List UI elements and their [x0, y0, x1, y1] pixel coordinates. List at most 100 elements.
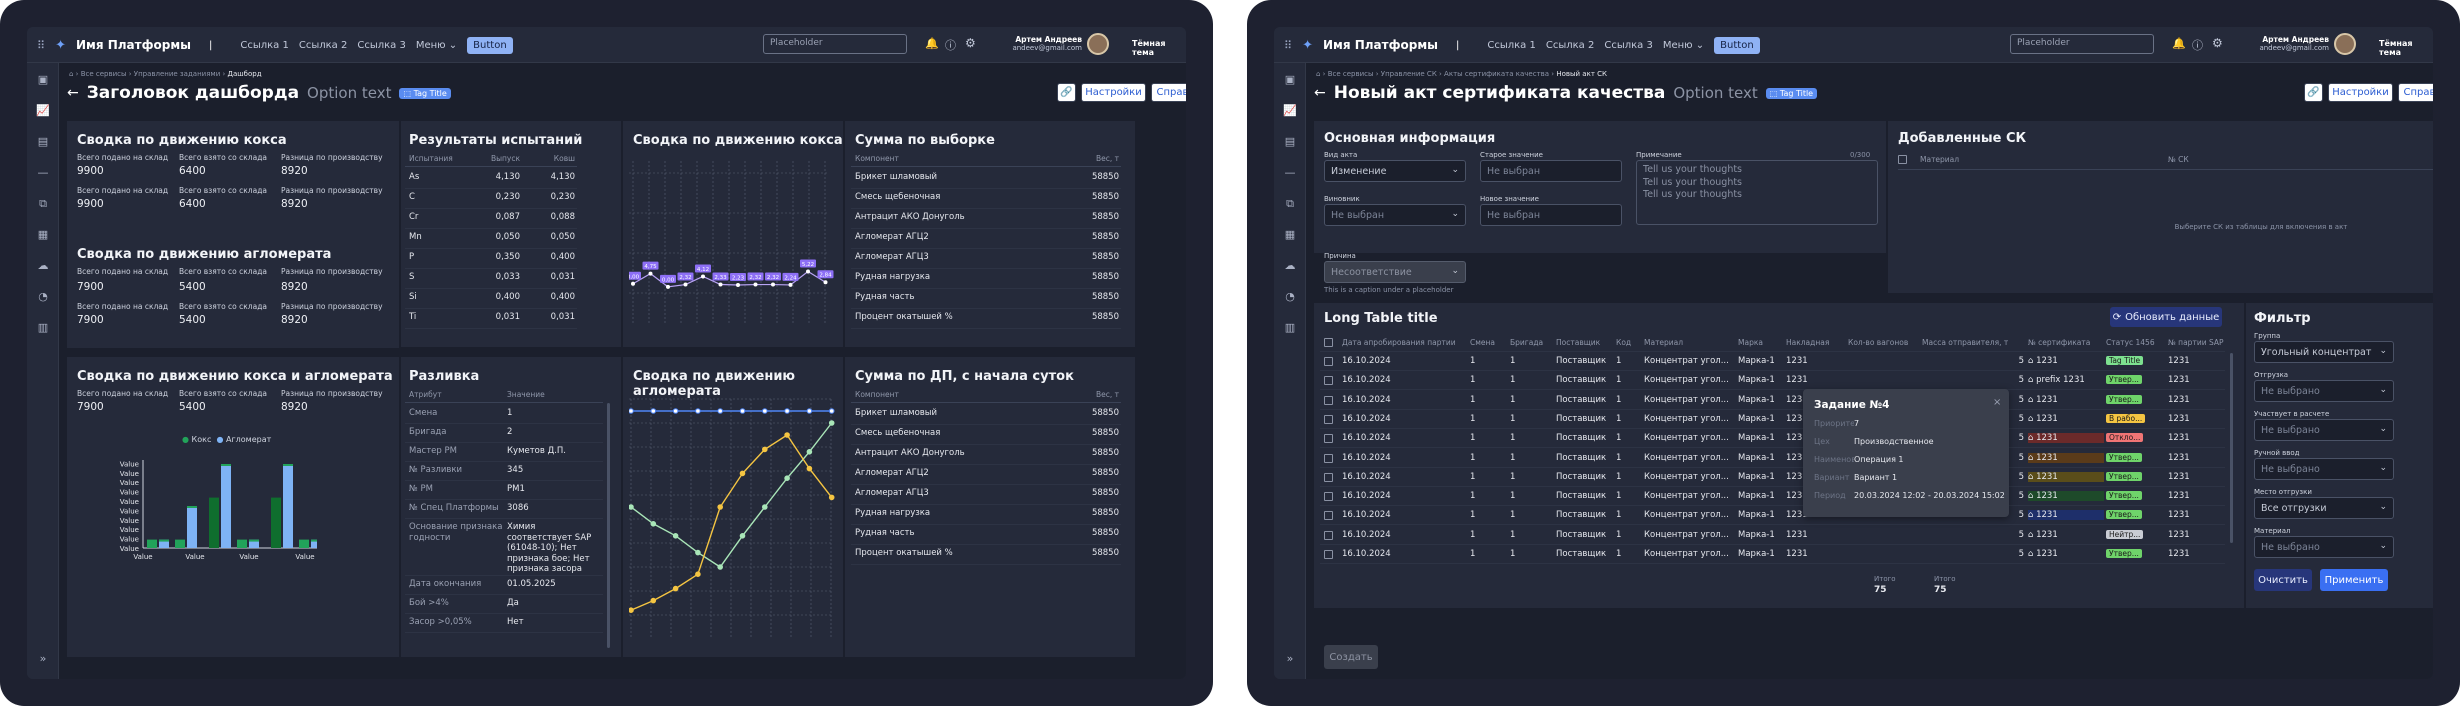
razlivka-scrollbar[interactable] — [607, 403, 610, 648]
gear-icon[interactable]: ⚙ — [2212, 36, 2223, 50]
certificate-icon[interactable]: ⌂ — [2028, 433, 2036, 443]
pie-icon[interactable]: ◔ — [36, 290, 50, 304]
create-button[interactable]: Создать — [1324, 645, 1378, 669]
dashboard-icon[interactable]: ▣ — [36, 73, 50, 87]
reason-select[interactable]: Несоответствие ⌄ — [1324, 261, 1466, 283]
certificate-icon[interactable]: ⌂ — [2028, 530, 2036, 540]
info-icon[interactable]: ⓘ — [945, 37, 956, 53]
row-checkbox[interactable] — [1324, 376, 1333, 386]
nav-link-3[interactable]: Ссылка 3 — [1604, 40, 1652, 51]
theme-toggle[interactable]: Тёмная тема — [1132, 39, 1186, 57]
minus-icon[interactable]: — — [36, 166, 50, 180]
table-row[interactable]: 16.10.2024 1 1 Поставщик 1 Концентрат угол...… — [1320, 526, 2225, 545]
home-icon[interactable]: ⌂ — [69, 70, 73, 78]
search-input[interactable]: Placeholder — [2010, 34, 2154, 54]
platform-name[interactable]: Имя Платформы — [1323, 38, 1438, 52]
table-icon[interactable]: ▥ — [1283, 321, 1297, 335]
nav-link-1[interactable]: Ссылка 1 — [240, 40, 288, 51]
certificate-icon[interactable]: ⌂ — [2028, 491, 2036, 501]
grid-icon[interactable]: ▦ — [1283, 228, 1297, 242]
row-checkbox[interactable] — [1324, 395, 1333, 405]
avatar[interactable] — [1087, 33, 1109, 55]
bell-icon[interactable]: 🔔 — [925, 37, 939, 50]
certificate-icon[interactable]: ⌂ — [2028, 453, 2036, 463]
row-checkbox[interactable] — [1324, 492, 1333, 502]
culprit-select[interactable]: Не выбран ⌄ — [1324, 204, 1466, 226]
apps-grid-icon[interactable]: ⠿ — [37, 39, 45, 52]
breadcrumb-item-3[interactable]: Акты сертификата качества — [1444, 70, 1549, 78]
info-icon[interactable]: ⓘ — [2192, 37, 2203, 53]
chart-icon[interactable]: 📈 — [1283, 104, 1297, 118]
close-icon[interactable]: × — [1993, 397, 2001, 408]
nav-link-2[interactable]: Ссылка 2 — [1546, 40, 1594, 51]
help-button[interactable]: Справка — [1151, 83, 1186, 102]
expand-icon[interactable]: » — [1283, 652, 1297, 666]
table-row[interactable]: 16.10.2024 1 1 Поставщик 1 Концентрат угол...… — [1320, 487, 2225, 507]
certificate-icon[interactable]: ⌂ — [2028, 375, 2036, 385]
pie-icon[interactable]: ◔ — [1283, 290, 1297, 304]
table-row[interactable]: 16.10.2024 1 1 Поставщик 1 Концентрат угол...… — [1320, 410, 2225, 429]
apply-button[interactable]: Применить — [2320, 569, 2388, 591]
report-icon[interactable]: ▤ — [36, 135, 50, 149]
certificate-icon[interactable]: ⌂ — [2028, 356, 2036, 366]
table-row[interactable]: 16.10.2024 1 1 Поставщик 1 Концентрат угол...… — [1320, 371, 2225, 391]
dashboard-icon[interactable]: ▣ — [1283, 73, 1297, 87]
topbar-button[interactable]: Button — [467, 36, 513, 54]
row-checkbox[interactable] — [1324, 434, 1333, 444]
row-checkbox[interactable] — [1324, 414, 1333, 424]
filter-select[interactable]: Не выбрано ⌄ — [2254, 536, 2394, 558]
certificate-icon[interactable]: ⌂ — [2028, 472, 2036, 482]
table-row[interactable]: 16.10.2024 1 1 Поставщик 1 Концентрат угол...… — [1320, 352, 2225, 371]
breadcrumb-item-1[interactable]: Все сервисы — [1328, 70, 1374, 78]
row-checkbox[interactable] — [1324, 357, 1333, 366]
back-arrow-icon[interactable]: ← — [67, 85, 79, 101]
table-row[interactable]: 16.10.2024 1 1 Поставщик 1 Концентрат угол...… — [1320, 391, 2225, 410]
copy-icon[interactable]: ⧉ — [1283, 197, 1297, 211]
note-textarea[interactable]: Tell us your thoughts Tell us your thoug… — [1636, 160, 1878, 225]
clear-button[interactable]: Очистить — [2254, 569, 2312, 591]
row-checkbox[interactable] — [1324, 472, 1333, 482]
back-arrow-icon[interactable]: ← — [1314, 85, 1326, 101]
topbar-button[interactable]: Button — [1714, 36, 1760, 54]
table-scrollbar[interactable] — [2230, 353, 2233, 543]
grid-icon[interactable]: ▦ — [36, 228, 50, 242]
select-all-checkbox[interactable] — [1898, 155, 1907, 164]
breadcrumb-item-2[interactable]: Управление заданиями — [134, 70, 220, 78]
certificate-icon[interactable]: ⌂ — [2028, 510, 2036, 520]
row-checkbox[interactable] — [1324, 550, 1333, 559]
row-checkbox[interactable] — [1324, 511, 1333, 521]
old-value-input[interactable]: Не выбран — [1480, 160, 1622, 182]
filter-select[interactable]: Не выбрано ⌄ — [2254, 458, 2394, 480]
row-checkbox[interactable] — [1324, 530, 1333, 540]
filter-select[interactable]: Угольный концентрат ⌄ — [2254, 341, 2394, 363]
chart-icon[interactable]: 📈 — [36, 104, 50, 118]
gear-icon[interactable]: ⚙ — [965, 36, 976, 50]
table-row[interactable]: 16.10.2024 1 1 Поставщик 1 Концентрат угол...… — [1320, 468, 2225, 487]
select-all-checkbox[interactable] — [1324, 338, 1333, 347]
apps-grid-icon[interactable]: ⠿ — [1284, 39, 1292, 52]
table-icon[interactable]: ▥ — [36, 321, 50, 335]
link-icon-button[interactable]: 🔗 — [2304, 83, 2323, 102]
row-checkbox[interactable] — [1324, 453, 1333, 463]
new-value-input[interactable]: Не выбран — [1480, 204, 1622, 226]
search-input[interactable]: Placeholder — [763, 34, 907, 54]
filter-select[interactable]: Не выбрано ⌄ — [2254, 419, 2394, 441]
certificate-icon[interactable]: ⌂ — [2028, 414, 2036, 424]
nav-link-2[interactable]: Ссылка 2 — [299, 40, 347, 51]
platform-name[interactable]: Имя Платформы — [76, 38, 191, 52]
table-row[interactable]: 16.10.2024 1 1 Поставщик 1 Концентрат угол...… — [1320, 506, 2225, 526]
table-row[interactable]: 16.10.2024 1 1 Поставщик 1 Концентрат угол...… — [1320, 545, 2225, 564]
theme-toggle[interactable]: Тёмная тема — [2379, 39, 2433, 57]
help-button[interactable]: Справка — [2398, 83, 2433, 102]
cloud-icon[interactable]: ☁ — [36, 259, 50, 273]
certificate-icon[interactable]: ⌂ — [2028, 395, 2036, 405]
filter-select[interactable]: Все отгрузки ⌄ — [2254, 497, 2394, 519]
table-row[interactable]: 16.10.2024 1 1 Поставщик 1 Концентрат угол...… — [1320, 449, 2225, 468]
table-row[interactable]: 16.10.2024 1 1 Поставщик 1 Концентрат угол...… — [1320, 429, 2225, 449]
expand-icon[interactable]: » — [36, 652, 50, 666]
avatar[interactable] — [2334, 33, 2356, 55]
copy-icon[interactable]: ⧉ — [36, 197, 50, 211]
minus-icon[interactable]: — — [1283, 166, 1297, 180]
filter-select[interactable]: Не выбрано ⌄ — [2254, 380, 2394, 402]
breadcrumb-item-2[interactable]: Управление СК — [1381, 70, 1437, 78]
